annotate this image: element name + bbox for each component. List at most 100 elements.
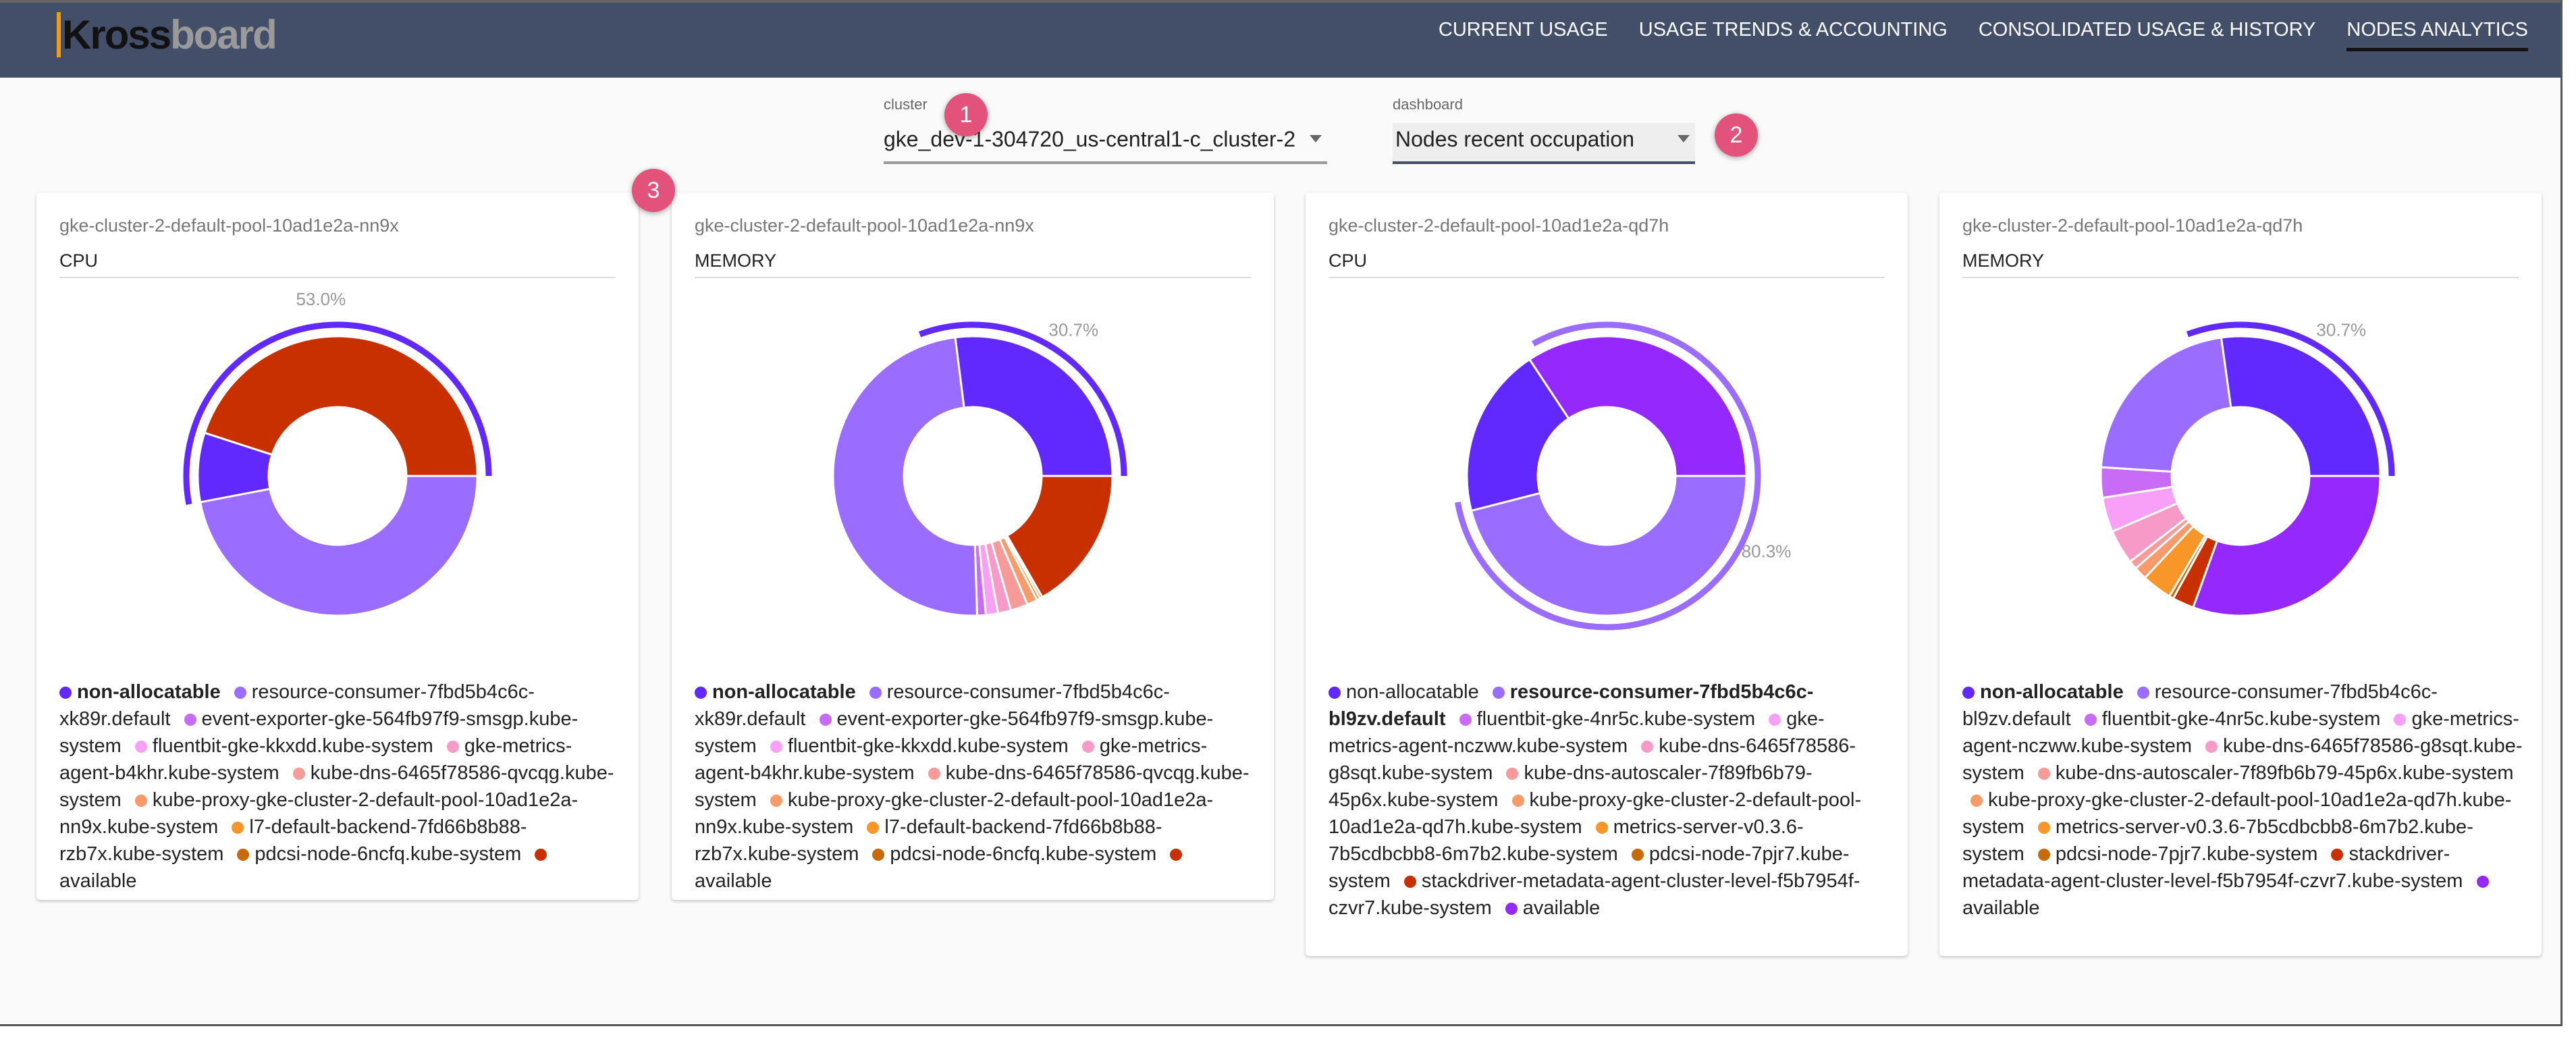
legend-label: pdcsi-node-6ncfq.kube-system	[890, 843, 1157, 865]
legend-dot-icon	[770, 795, 782, 807]
legend-item[interactable]: fluentbit-gke-kkxdd.kube-system	[762, 735, 1074, 757]
nav-nodes-analytics[interactable]: NODES ANALYTICS	[2346, 19, 2528, 51]
nav-current-usage[interactable]: CURRENT USAGE	[1439, 19, 1608, 51]
cluster-value-text: gke_dev-1-304720_us-central1-c_cluster-2	[884, 127, 1296, 151]
legend-item[interactable]: non-allocatable	[695, 681, 861, 703]
node-name: gke-cluster-2-default-pool-10ad1e2a-nn9x	[695, 215, 1034, 236]
donut-slice[interactable]	[2220, 335, 2382, 477]
legend-item[interactable]: pdcsi-node-7pjr7.kube-system	[2030, 843, 2324, 865]
legend-dot-icon	[446, 741, 459, 753]
legend-dot-icon	[819, 714, 832, 726]
legend-item[interactable]: non-allocatable	[59, 681, 226, 703]
legend-dot-icon	[1459, 714, 1472, 726]
node-name: gke-cluster-2-default-pool-10ad1e2a-qd7h	[1962, 215, 2303, 236]
legend-dot-icon	[1492, 687, 1505, 699]
legend-item[interactable]: pdcsi-node-6ncfq.kube-system	[229, 843, 527, 865]
legend-dot-icon	[2037, 768, 2050, 780]
legend-item[interactable]: pdcsi-node-6ncfq.kube-system	[864, 843, 1162, 865]
dashboard-label: dashboard	[1393, 96, 1463, 113]
legend-dot-icon	[2331, 849, 2344, 861]
legend-label: non-allocatable	[1980, 681, 2124, 703]
legend-dot-icon	[1403, 876, 1416, 888]
legend-label: pdcsi-node-7pjr7.kube-system	[2055, 843, 2318, 865]
legend-dot-icon	[184, 714, 196, 726]
chevron-down-icon[interactable]	[1678, 135, 1690, 142]
donut-chart: 30.7%	[2099, 320, 2395, 617]
legend-item[interactable]: kube-dns-autoscaler-7f89fb6b79-45p6x.kub…	[2030, 762, 2514, 784]
donut-slice[interactable]	[2099, 336, 2232, 473]
legend-label: fluentbit-gke-kkxdd.kube-system	[152, 735, 433, 757]
legend-dot-icon	[2037, 849, 2050, 861]
nav-usage-trends-accounting[interactable]: USAGE TRENDS & ACCOUNTING	[1639, 19, 1948, 51]
legend-dot-icon	[928, 768, 940, 780]
legend-label: fluentbit-gke-4nr5c.kube-system	[1476, 708, 1756, 730]
donut-slice[interactable]	[2191, 475, 2382, 617]
donut-slice[interactable]	[1528, 335, 1748, 477]
annotation-badge-2: 2	[1715, 113, 1758, 157]
legend-dot-icon	[234, 687, 246, 699]
legend-dot-icon	[134, 795, 147, 807]
legend-label: available	[1522, 897, 1601, 919]
legend-label: non-allocatable	[712, 681, 856, 703]
legend-label: available	[59, 870, 137, 892]
legend-dot-icon	[2476, 876, 2489, 888]
legend-dot-icon	[1595, 822, 1608, 834]
chart-legend: non-allocatable resource-consumer-7fbd5b…	[59, 679, 620, 895]
legend-dot-icon	[1641, 741, 1654, 753]
legend-dot-icon	[1511, 795, 1524, 807]
legend-dot-icon	[1631, 849, 1644, 861]
legend-dot-icon	[770, 741, 782, 753]
donut-slice[interactable]	[832, 336, 979, 617]
legend-dot-icon	[1970, 795, 1983, 807]
legend-label: pdcsi-node-6ncfq.kube-system	[254, 843, 522, 865]
app-window: Krossboard CURRENT USAGE USAGE TRENDS & A…	[0, 0, 2562, 1026]
chevron-down-icon[interactable]	[1310, 135, 1322, 142]
legend-dot-icon	[134, 741, 147, 753]
chart-legend: non-allocatable resource-consumer-7fbd5b…	[695, 679, 1255, 895]
legend-dot-icon	[535, 849, 547, 861]
legend-label: available	[695, 870, 772, 892]
highlight-percent-label: 80.3%	[1742, 541, 1792, 562]
legend-item[interactable]: fluentbit-gke-4nr5c.kube-system	[1451, 708, 1761, 730]
nav-consolidated-usage-history[interactable]: CONSOLIDATED USAGE & HISTORY	[1979, 19, 2316, 51]
legend-dot-icon	[237, 849, 250, 861]
legend-item[interactable]: non-allocatable	[1962, 681, 2129, 703]
chart-legend: non-allocatable resource-consumer-7fbd5b…	[1962, 679, 2523, 922]
legend-item[interactable]: available	[1497, 897, 1600, 919]
legend-label: fluentbit-gke-kkxdd.kube-system	[787, 735, 1069, 757]
donut-slice[interactable]	[198, 475, 479, 617]
main-nav: CURRENT USAGE USAGE TRENDS & ACCOUNTING CO…	[1439, 19, 2528, 51]
dashboard-select-value[interactable]: Nodes recent occupation	[1393, 123, 1695, 164]
legend-item[interactable]: fluentbit-gke-4nr5c.kube-system	[2076, 708, 2386, 730]
annotation-badge-3: 3	[632, 169, 675, 212]
legend-dot-icon	[2394, 714, 2407, 726]
node-chart-card: gke-cluster-2-default-pool-10ad1e2a-qd7h…	[1306, 192, 1908, 956]
highlight-percent-label: 30.7%	[2316, 320, 2366, 340]
annotation-badge-1: 1	[944, 93, 988, 136]
top-app-bar: Krossboard CURRENT USAGE USAGE TRENDS & A…	[0, 3, 2560, 78]
donut-chart: 80.3%	[1454, 321, 1792, 631]
node-chart-card: gke-cluster-2-default-pool-10ad1e2a-nn9x…	[36, 192, 639, 900]
dashboard-select[interactable]: dashboard Nodes recent occupation	[1393, 96, 1695, 164]
legend-dot-icon	[1962, 687, 1975, 699]
legend-dot-icon	[2037, 822, 2050, 834]
dashboard-value-text: Nodes recent occupation	[1395, 127, 1634, 151]
donut-chart: 53.0%	[183, 289, 492, 617]
legend-dot-icon	[695, 687, 707, 699]
legend-dot-icon	[869, 687, 882, 699]
legend-dot-icon	[872, 849, 885, 861]
legend-dot-icon	[1506, 768, 1519, 780]
legend-label: non-allocatable	[77, 681, 221, 703]
krossboard-logo[interactable]: Krossboard	[57, 12, 277, 57]
legend-label: kube-dns-autoscaler-7f89fb6b79-45p6x.kub…	[2055, 762, 2514, 784]
legend-dot-icon	[2084, 714, 2097, 726]
legend-dot-icon	[1170, 849, 1183, 861]
legend-item[interactable]: non-allocatable	[1329, 681, 1484, 703]
node-chart-card: gke-cluster-2-default-pool-10ad1e2a-qd7h…	[1939, 192, 2542, 956]
donut-slice[interactable]	[954, 335, 1114, 477]
legend-dot-icon	[1081, 741, 1094, 753]
legend-item[interactable]: fluentbit-gke-kkxdd.kube-system	[127, 735, 439, 757]
node-chart-card: gke-cluster-2-default-pool-10ad1e2a-nn9x…	[672, 192, 1274, 900]
legend-dot-icon	[2137, 687, 2149, 699]
legend-dot-icon	[1329, 687, 1341, 699]
